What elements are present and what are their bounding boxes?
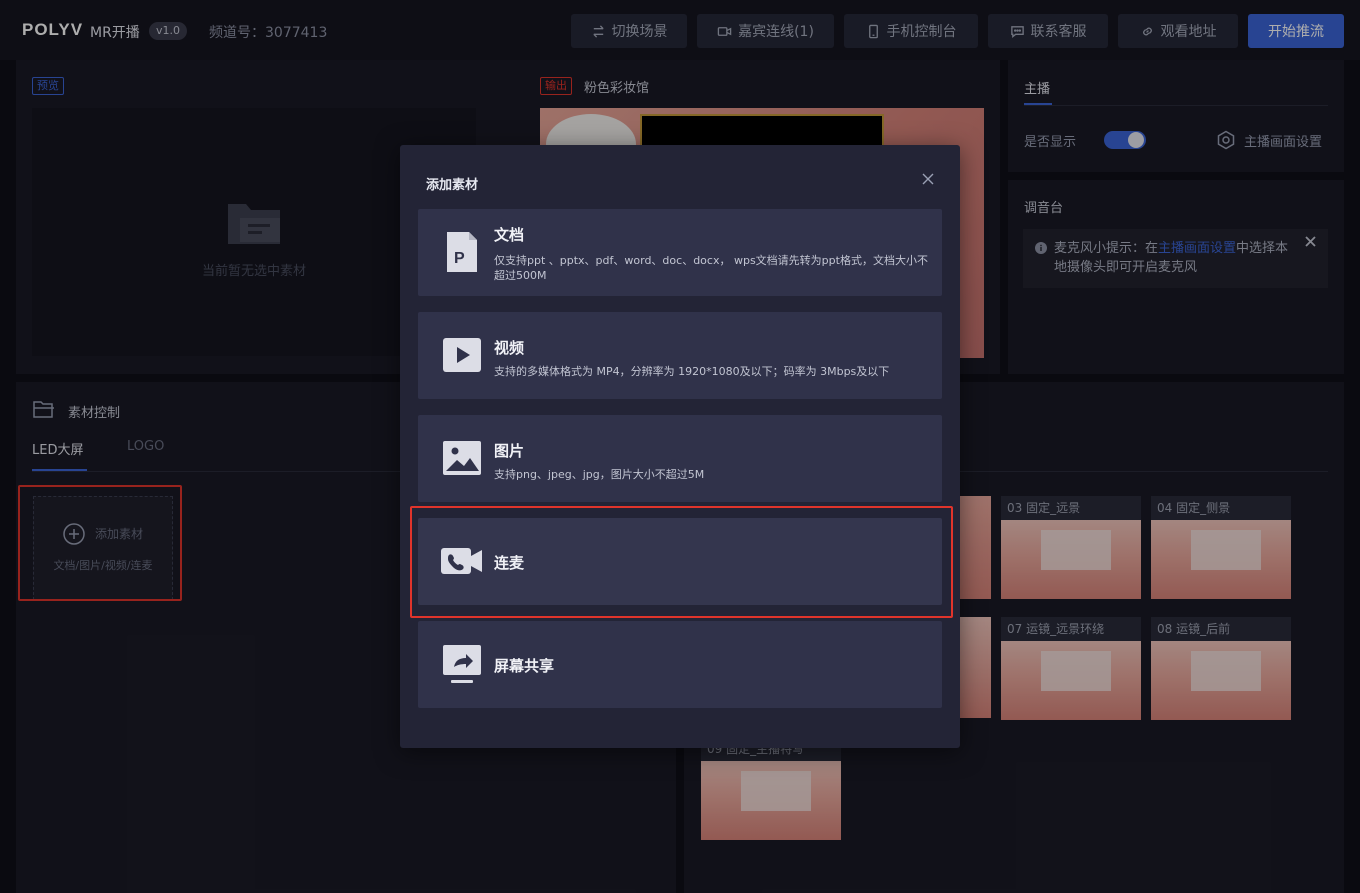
option-title: 视频 [494,339,525,357]
svg-text:P: P [454,250,465,267]
option-desc: 支持的多媒体格式为 MP4，分辨率为 1920*1080及以下；码率为 3Mbp… [494,365,890,378]
option-video[interactable]: 视频 支持的多媒体格式为 MP4，分辨率为 1920*1080及以下；码率为 3… [418,312,942,399]
document-p-icon: P [447,232,477,272]
option-title: 文档 [494,226,525,244]
option-image[interactable]: 图片 支持png、jpeg、jpg，图片大小不超过5M [418,415,942,502]
image-icon [443,441,481,475]
highlight-co-host-option [410,506,953,618]
video-play-icon [443,338,481,372]
option-desc: 支持png、jpeg、jpg，图片大小不超过5M [494,468,705,481]
option-title: 屏幕共享 [494,657,555,675]
option-screen-share[interactable]: 屏幕共享 [418,621,942,708]
screen-share-icon [443,645,481,683]
close-icon[interactable] [919,170,937,188]
option-document[interactable]: P 文档 仅支持ppt 、pptx、pdf、word、doc、docx， wps… [418,209,942,296]
dialog-title: 添加素材 [426,178,479,193]
option-title: 图片 [494,442,525,460]
add-material-dialog: 添加素材 P 文档 仅支持ppt 、pptx、pdf、word、doc、docx… [400,145,960,748]
option-desc: 仅支持ppt 、pptx、pdf、word、doc、docx， wps文档请先转… [494,254,928,282]
